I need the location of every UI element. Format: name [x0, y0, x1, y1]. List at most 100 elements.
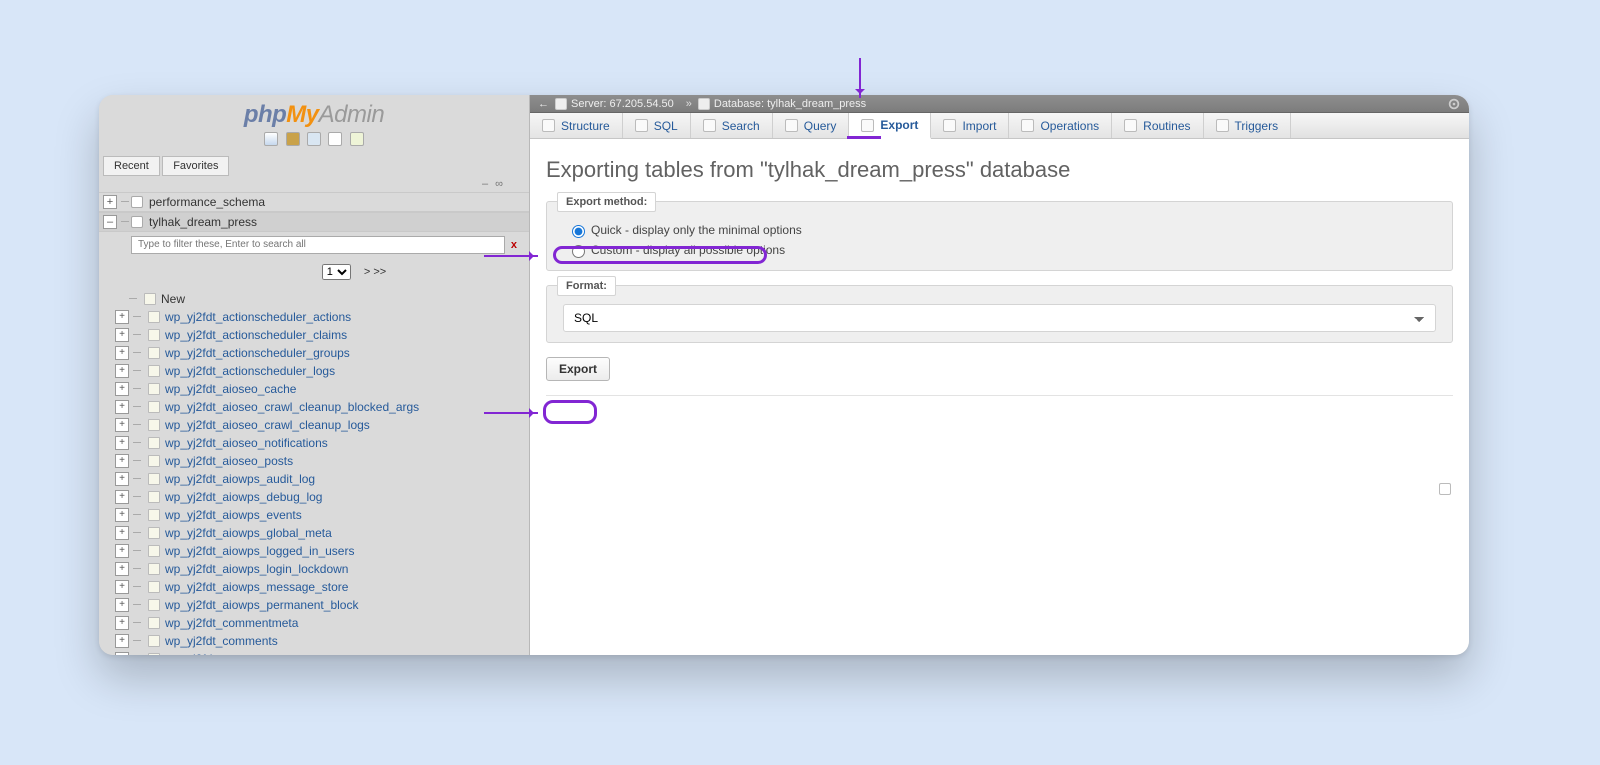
- breadcrumb-database[interactable]: Database: tylhak_dream_press: [698, 98, 866, 110]
- table-row[interactable]: + wp_yj2fdt_commentmeta: [115, 614, 529, 632]
- reload-icon[interactable]: [350, 132, 364, 146]
- table-row[interactable]: + wp_yj2fdt_aiowps_logged_in_users: [115, 542, 529, 560]
- clear-filter-button[interactable]: x: [505, 239, 523, 251]
- table-name[interactable]: wp_yj2fdt_aiowps_debug_log: [165, 490, 322, 504]
- table-row[interactable]: + wp_yj2fdt_actionscheduler_logs: [115, 362, 529, 380]
- tab-favorites[interactable]: Favorites: [162, 156, 229, 176]
- table-row[interactable]: + wp_yj2fdt_aioseo_posts: [115, 452, 529, 470]
- help-icon[interactable]: [328, 132, 342, 146]
- table-name[interactable]: wp_yj2fdt_commentmeta: [165, 616, 298, 630]
- expand-icon[interactable]: +: [115, 490, 129, 504]
- expand-icon[interactable]: +: [115, 328, 129, 342]
- quick-radio[interactable]: [572, 225, 585, 238]
- table-row[interactable]: + wp_yj2fdt_aiowps_permanent_block: [115, 596, 529, 614]
- new-table-row[interactable]: New: [115, 290, 529, 308]
- next-page-button[interactable]: > >>: [364, 266, 386, 278]
- gear-icon[interactable]: [1447, 97, 1461, 111]
- table-name[interactable]: wp_yj2fdt_aioseo_notifications: [165, 436, 328, 450]
- db-label[interactable]: performance_schema: [149, 195, 265, 209]
- db-label[interactable]: tylhak_dream_press: [149, 215, 257, 229]
- table-name[interactable]: wp_yj2fdt_actionscheduler_claims: [165, 328, 347, 342]
- table-row[interactable]: + wp_yj2fdt_actionscheduler_claims: [115, 326, 529, 344]
- expand-icon[interactable]: +: [115, 598, 129, 612]
- table-name[interactable]: wp_yj2fdt_e_events: [165, 652, 271, 655]
- table-name[interactable]: wp_yj2fdt_aiowps_login_lockdown: [165, 562, 348, 576]
- table-name[interactable]: wp_yj2fdt_aiowps_events: [165, 508, 302, 522]
- collapse-all-icon[interactable]: –: [480, 178, 490, 190]
- table-name[interactable]: wp_yj2fdt_aiowps_logged_in_users: [165, 544, 354, 558]
- table-row[interactable]: + wp_yj2fdt_aiowps_global_meta: [115, 524, 529, 542]
- table-row[interactable]: + wp_yj2fdt_aiowps_events: [115, 506, 529, 524]
- table-name[interactable]: wp_yj2fdt_aioseo_posts: [165, 454, 293, 468]
- sql-icon[interactable]: [307, 132, 321, 146]
- link-icon[interactable]: ∞: [493, 178, 505, 190]
- table-row[interactable]: + wp_yj2fdt_aiowps_audit_log: [115, 470, 529, 488]
- expand-icon[interactable]: +: [115, 562, 129, 576]
- table-row[interactable]: + wp_yj2fdt_aioseo_cache: [115, 380, 529, 398]
- tab-triggers[interactable]: Triggers: [1204, 113, 1292, 138]
- tab-search[interactable]: Search: [691, 113, 773, 138]
- tab-routines[interactable]: Routines: [1112, 113, 1203, 138]
- expand-icon[interactable]: +: [115, 544, 129, 558]
- table-name[interactable]: wp_yj2fdt_comments: [165, 634, 278, 648]
- expand-icon[interactable]: +: [115, 346, 129, 360]
- page-select[interactable]: 1: [322, 264, 351, 280]
- tab-import[interactable]: Import: [931, 113, 1009, 138]
- expand-icon[interactable]: +: [115, 364, 129, 378]
- table-name[interactable]: wp_yj2fdt_actionscheduler_groups: [165, 346, 350, 360]
- expand-icon[interactable]: +: [115, 508, 129, 522]
- db-row-tylhak-dream-press[interactable]: – tylhak_dream_press: [99, 212, 529, 232]
- expand-icon[interactable]: +: [115, 472, 129, 486]
- table-name[interactable]: wp_yj2fdt_aiowps_permanent_block: [165, 598, 358, 612]
- expand-icon[interactable]: +: [115, 436, 129, 450]
- tab-structure[interactable]: Structure: [530, 113, 623, 138]
- table-name[interactable]: wp_yj2fdt_actionscheduler_logs: [165, 364, 335, 378]
- table-row[interactable]: + wp_yj2fdt_aioseo_crawl_cleanup_blocked_…: [115, 398, 529, 416]
- expand-icon[interactable]: +: [115, 418, 129, 432]
- breadcrumb-server[interactable]: Server: 67.205.54.50: [555, 98, 674, 110]
- new-label[interactable]: New: [161, 292, 185, 306]
- table-row[interactable]: + wp_yj2fdt_aiowps_message_store: [115, 578, 529, 596]
- table-row[interactable]: + wp_yj2fdt_e_events: [115, 650, 529, 655]
- back-button[interactable]: ←: [538, 98, 549, 110]
- table-row[interactable]: + wp_yj2fdt_actionscheduler_groups: [115, 344, 529, 362]
- table-name[interactable]: wp_yj2fdt_aiowps_message_store: [165, 580, 348, 594]
- table-name[interactable]: wp_yj2fdt_aioseo_cache: [165, 382, 296, 396]
- collapse-icon[interactable]: –: [103, 215, 117, 229]
- table-row[interactable]: + wp_yj2fdt_aiowps_debug_log: [115, 488, 529, 506]
- tab-query[interactable]: Query: [773, 113, 850, 138]
- expand-icon[interactable]: +: [115, 400, 129, 414]
- tab-recent[interactable]: Recent: [103, 156, 160, 176]
- format-select[interactable]: SQL: [563, 304, 1436, 332]
- quick-option[interactable]: Quick - display only the minimal options: [563, 220, 1436, 240]
- table-name[interactable]: wp_yj2fdt_actionscheduler_actions: [165, 310, 351, 324]
- table-row[interactable]: +wp_yj2fdt_actionscheduler_actions: [115, 308, 529, 326]
- table-row[interactable]: + wp_yj2fdt_aiowps_login_lockdown: [115, 560, 529, 578]
- table-name[interactable]: wp_yj2fdt_aiowps_audit_log: [165, 472, 315, 486]
- expand-icon[interactable]: +: [115, 382, 129, 396]
- expand-icon[interactable]: +: [115, 580, 129, 594]
- custom-option[interactable]: Custom - display all possible options: [563, 240, 1436, 260]
- table-name[interactable]: wp_yj2fdt_aiowps_global_meta: [165, 526, 332, 540]
- filter-input[interactable]: [131, 236, 505, 254]
- table-name[interactable]: wp_yj2fdt_aioseo_crawl_cleanup_logs: [165, 418, 370, 432]
- db-row-performance-schema[interactable]: + performance_schema: [99, 192, 529, 212]
- expand-icon[interactable]: +: [115, 616, 129, 630]
- expand-icon[interactable]: +: [115, 652, 129, 655]
- tab-operations[interactable]: Operations: [1009, 113, 1112, 138]
- expand-icon[interactable]: +: [103, 195, 117, 209]
- expand-icon[interactable]: +: [115, 454, 129, 468]
- expand-icon[interactable]: +: [115, 634, 129, 648]
- export-button[interactable]: Export: [546, 357, 610, 381]
- expand-icon[interactable]: +: [115, 526, 129, 540]
- tab-export[interactable]: Export: [849, 113, 931, 139]
- table-row[interactable]: + wp_yj2fdt_aioseo_notifications: [115, 434, 529, 452]
- bookmark-icon[interactable]: [1439, 483, 1451, 495]
- table-row[interactable]: + wp_yj2fdt_aioseo_crawl_cleanup_logs: [115, 416, 529, 434]
- home-icon[interactable]: [264, 132, 278, 146]
- tab-sql[interactable]: SQL: [623, 113, 691, 138]
- table-row[interactable]: + wp_yj2fdt_comments: [115, 632, 529, 650]
- custom-radio[interactable]: [572, 245, 585, 258]
- table-name[interactable]: wp_yj2fdt_aioseo_crawl_cleanup_blocked_a…: [165, 400, 419, 414]
- logout-icon[interactable]: [286, 132, 300, 146]
